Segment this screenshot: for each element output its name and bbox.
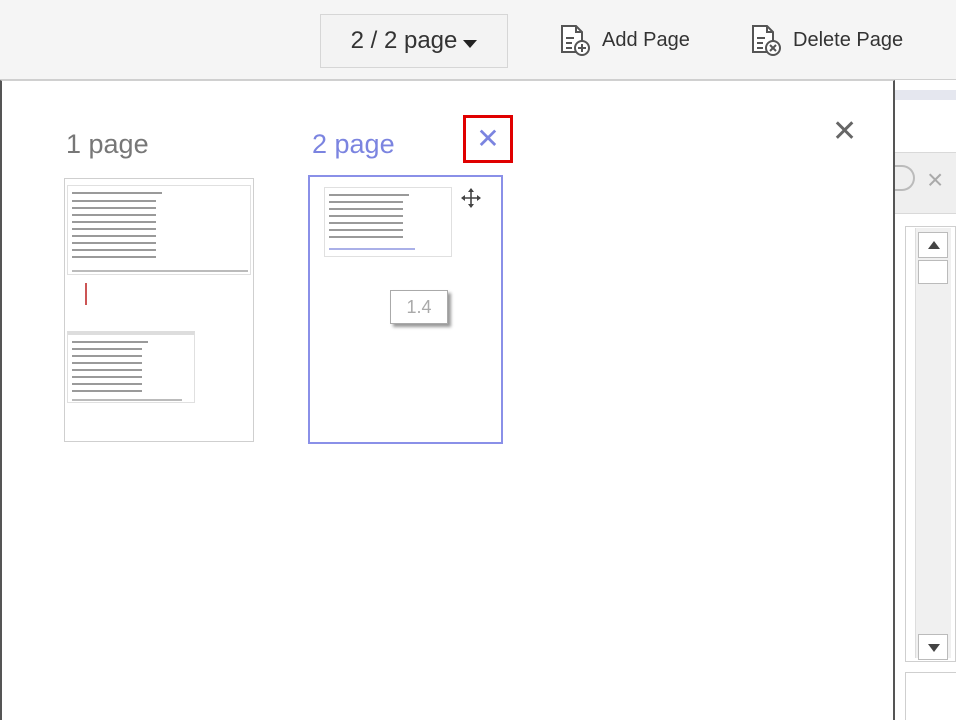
thumbnail-table	[67, 185, 251, 275]
page-1-label[interactable]: 1 page	[66, 129, 149, 160]
page-select-value: 2 / 2 page	[350, 27, 458, 54]
page-2-label[interactable]: 2 page	[312, 129, 395, 160]
move-icon[interactable]	[460, 187, 482, 209]
delete-page-label: Delete Page	[793, 28, 904, 51]
page-1-thumbnail[interactable]	[64, 178, 254, 442]
add-page-button[interactable]: Add Page	[556, 20, 690, 60]
background-close-icon[interactable]: ×	[927, 164, 943, 196]
arrow-up-icon	[928, 241, 940, 249]
vertical-scrollbar[interactable]	[915, 228, 951, 658]
page-2-thumbnail[interactable]: 1.4	[308, 175, 503, 444]
background-shade	[895, 90, 956, 100]
toolbar: 2 / 2 page Add Page Delete Page	[0, 0, 956, 80]
scroll-thumb[interactable]	[918, 260, 948, 284]
thumbnail-marker	[85, 283, 87, 305]
add-page-label: Add Page	[602, 28, 690, 51]
delete-page-button[interactable]: Delete Page	[747, 20, 903, 60]
background-editor: ×	[895, 80, 956, 720]
page-select-dropdown[interactable]: 2 / 2 page	[320, 14, 508, 68]
scroll-down-button[interactable]	[918, 634, 948, 660]
panel-close-icon[interactable]: ✕	[832, 117, 857, 147]
caret-down-icon	[463, 40, 478, 48]
zoom-badge: 1.4	[390, 290, 448, 324]
page-manager-panel: ✕ 1 page 2 page ✕ 1.4	[0, 80, 895, 720]
thumbnail-table	[67, 331, 195, 403]
background-lower-pane	[905, 672, 956, 720]
arrow-down-icon	[928, 644, 940, 652]
scroll-up-button[interactable]	[918, 232, 948, 258]
thumbnail-table	[324, 187, 452, 257]
delete-page-icon	[752, 25, 781, 56]
delete-page-2-icon[interactable]: ✕	[463, 115, 513, 163]
add-page-icon	[561, 25, 590, 56]
